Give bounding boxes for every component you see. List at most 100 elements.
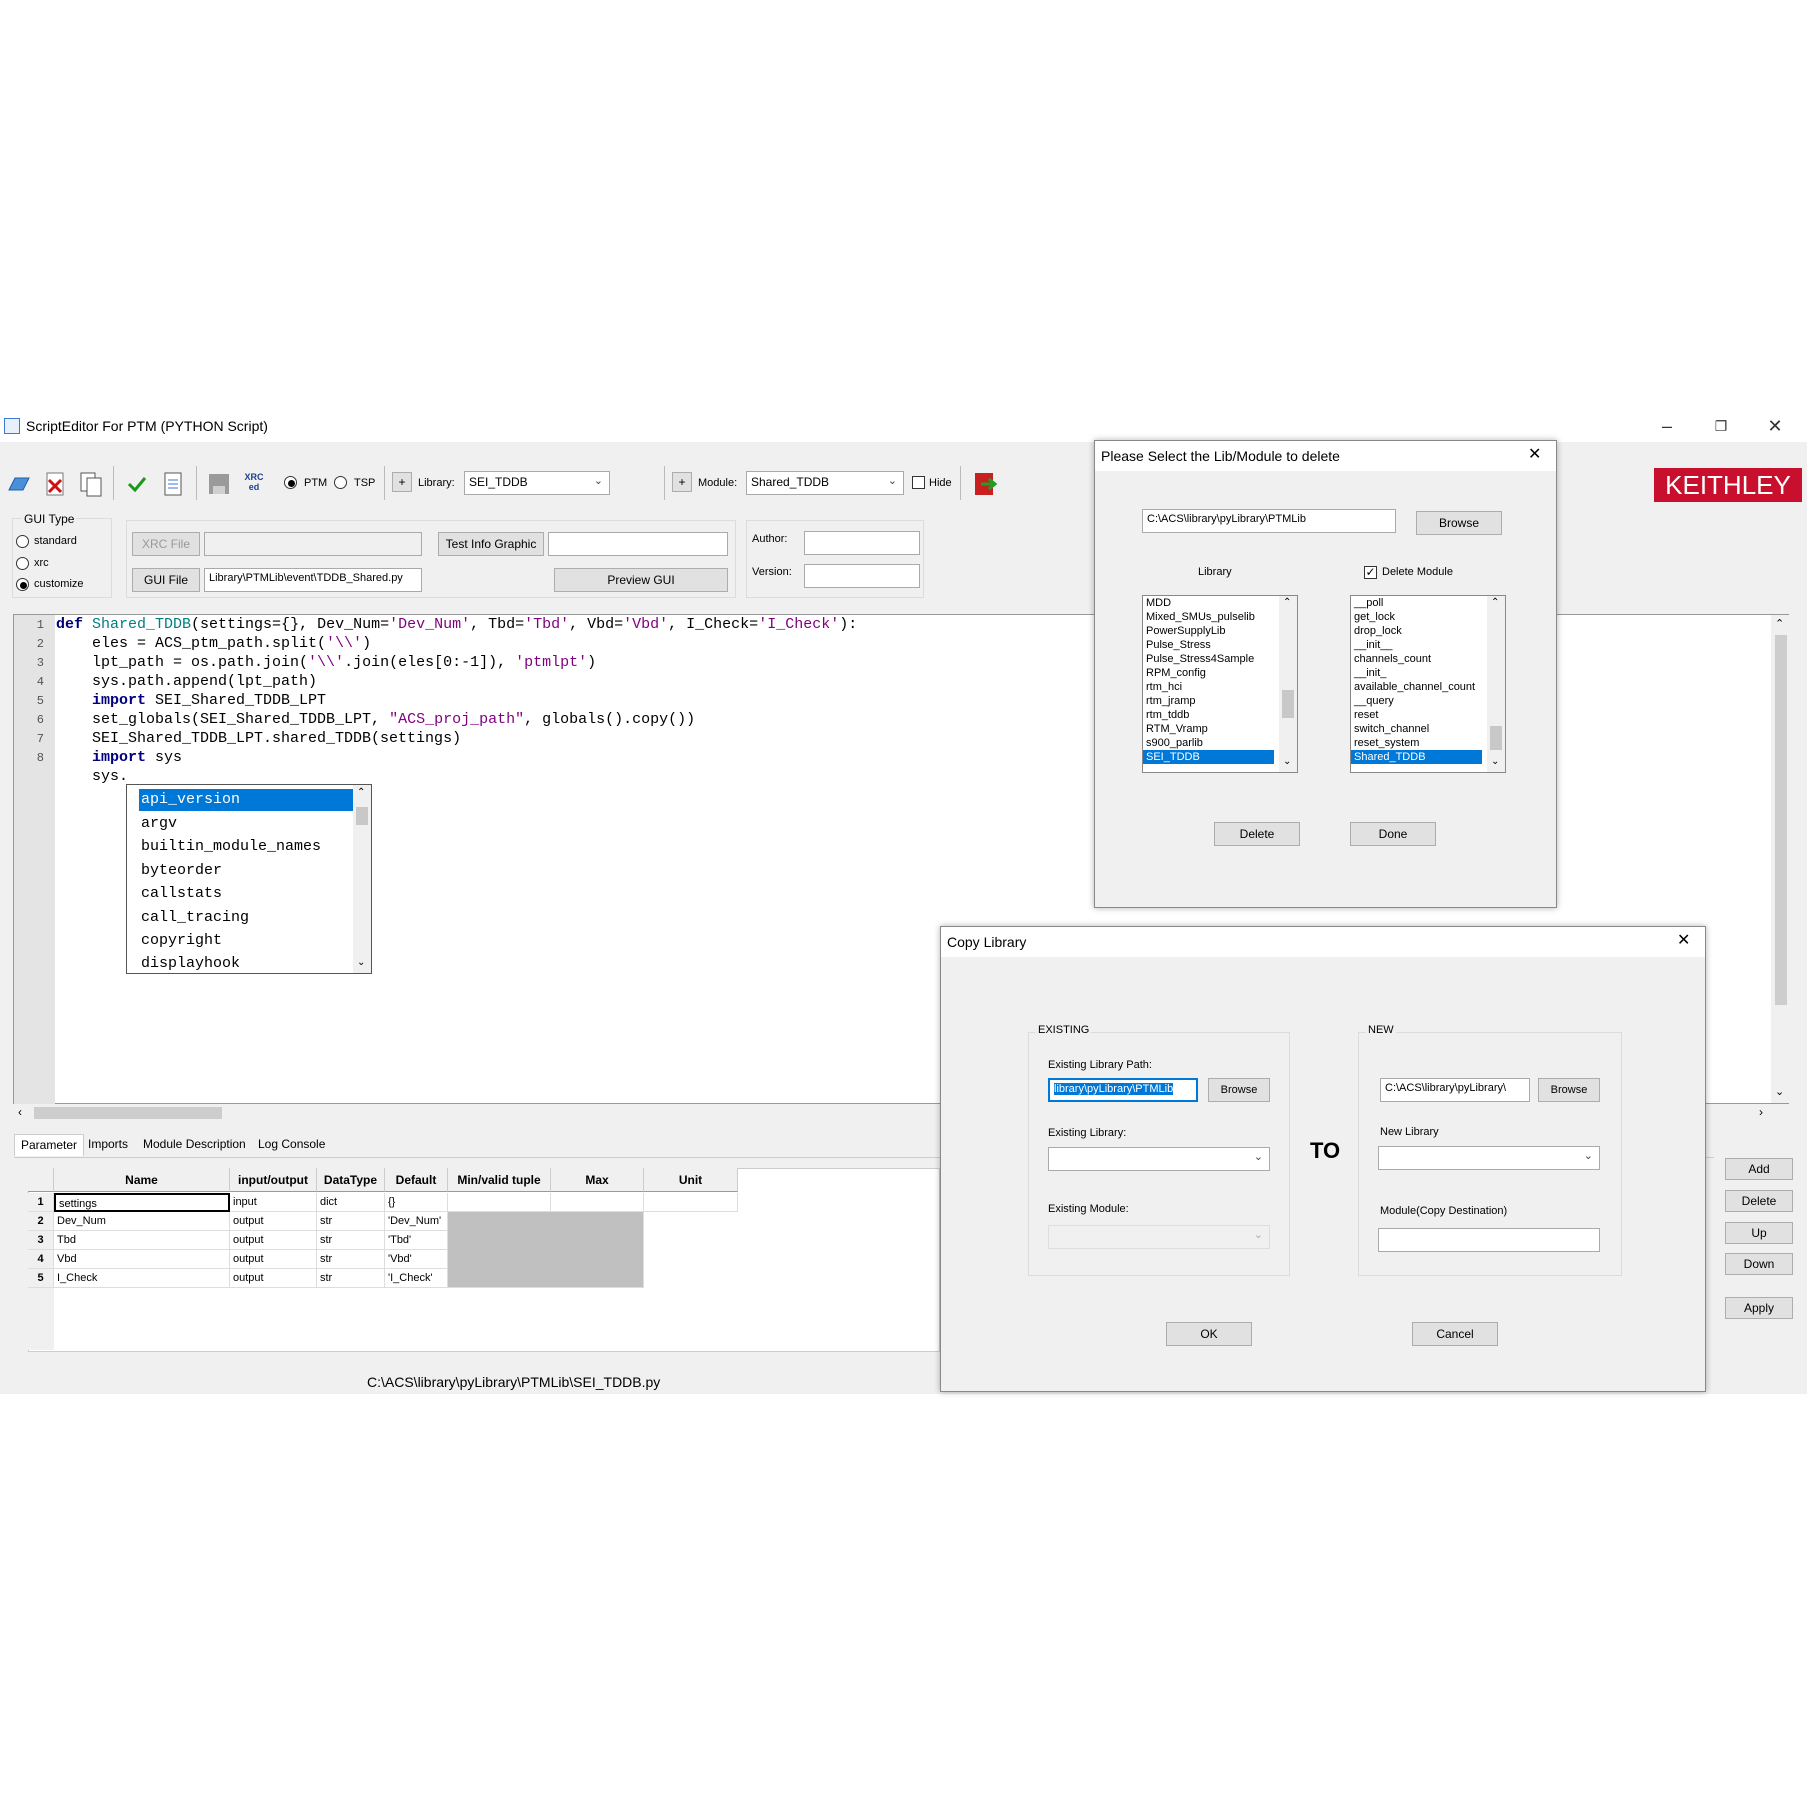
column-header[interactable]: DataType: [317, 1168, 385, 1192]
autocomplete-item[interactable]: displayhook: [139, 953, 349, 975]
list-item[interactable]: channels_count: [1351, 652, 1505, 666]
close-button[interactable]: ✕: [1752, 414, 1798, 438]
tab-imports[interactable]: Imports: [82, 1134, 134, 1156]
table-cell[interactable]: Tbd: [54, 1231, 230, 1250]
module-destination-input[interactable]: [1378, 1228, 1600, 1252]
table-cell[interactable]: output: [230, 1269, 317, 1288]
autocomplete-popup[interactable]: api_version argv builtin_module_names by…: [126, 784, 372, 974]
list-item[interactable]: Pulse_Stress4Sample: [1143, 652, 1297, 666]
ptm-radio[interactable]: [284, 476, 297, 489]
list-item[interactable]: PowerSupplyLib: [1143, 624, 1297, 638]
table-cell[interactable]: 'Tbd': [385, 1231, 448, 1250]
chevron-right-icon[interactable]: ›: [1759, 1105, 1763, 1119]
customize-radio[interactable]: [16, 578, 29, 591]
list-item-selected[interactable]: SEI_TDDB: [1143, 750, 1274, 764]
chevron-left-icon[interactable]: ‹: [18, 1105, 22, 1119]
apply-button[interactable]: Apply: [1725, 1297, 1793, 1319]
existing-path-input[interactable]: library\pyLibrary\PTMLib: [1048, 1078, 1198, 1102]
table-cell[interactable]: [448, 1193, 551, 1212]
scroll-thumb[interactable]: [1490, 726, 1502, 750]
library-listbox[interactable]: MDD Mixed_SMUs_pulselib PowerSupplyLib P…: [1142, 595, 1298, 773]
chevron-down-icon[interactable]: ⌄: [357, 957, 365, 968]
list-item[interactable]: rtm_tddb: [1143, 708, 1297, 722]
table-cell[interactable]: output: [230, 1212, 317, 1231]
list-item[interactable]: __init_: [1351, 666, 1505, 680]
table-cell[interactable]: [551, 1193, 644, 1212]
xrc-ed-icon[interactable]: XRC ed: [242, 472, 266, 492]
column-header[interactable]: Min/valid tuple: [448, 1168, 551, 1192]
table-cell[interactable]: str: [317, 1231, 385, 1250]
up-button[interactable]: Up: [1725, 1222, 1793, 1244]
tsp-radio[interactable]: [334, 476, 347, 489]
autocomplete-scrollbar[interactable]: ⌃ ⌄: [353, 785, 371, 973]
list-item[interactable]: RPM_config: [1143, 666, 1297, 680]
list-item[interactable]: available_channel_count: [1351, 680, 1505, 694]
list-item[interactable]: rtm_jramp: [1143, 694, 1297, 708]
list-item[interactable]: MDD: [1143, 596, 1297, 610]
module-listbox[interactable]: __poll get_lock drop_lock __init__ chann…: [1350, 595, 1506, 773]
table-cell[interactable]: output: [230, 1250, 317, 1269]
hide-checkbox[interactable]: [912, 476, 925, 489]
table-cell[interactable]: Vbd: [54, 1250, 230, 1269]
version-input[interactable]: [804, 564, 920, 588]
check-icon[interactable]: [122, 469, 150, 497]
tab-module-description[interactable]: Module Description: [137, 1134, 252, 1156]
delete-file-icon[interactable]: [40, 469, 68, 497]
chevron-up-icon[interactable]: ⌃: [357, 787, 365, 798]
table-cell[interactable]: 'Vbd': [385, 1250, 448, 1269]
column-header[interactable]: input/output: [230, 1168, 317, 1192]
chevron-down-icon[interactable]: ⌄: [1775, 1085, 1784, 1098]
table-cell[interactable]: 'I_Check': [385, 1269, 448, 1288]
table-cell[interactable]: [644, 1193, 738, 1212]
add-button[interactable]: Add: [1725, 1158, 1793, 1180]
table-cell[interactable]: str: [317, 1212, 385, 1231]
list-item[interactable]: rtm_hci: [1143, 680, 1297, 694]
scroll-thumb[interactable]: [1282, 690, 1294, 718]
list-item-selected[interactable]: Shared_TDDB: [1351, 750, 1482, 764]
existing-library-select[interactable]: ⌄: [1048, 1147, 1270, 1171]
add-library-button[interactable]: +: [392, 472, 412, 492]
list-item[interactable]: s900_parlib: [1143, 736, 1297, 750]
table-cell[interactable]: output: [230, 1231, 317, 1250]
delete-dialog-done-button[interactable]: Done: [1350, 822, 1436, 846]
chevron-down-icon[interactable]: ⌄: [1283, 756, 1291, 767]
tab-log-console[interactable]: Log Console: [252, 1134, 331, 1156]
column-header[interactable]: Name: [54, 1168, 230, 1192]
list-item[interactable]: switch_channel: [1351, 722, 1505, 736]
table-cell[interactable]: dict: [317, 1193, 385, 1212]
tab-parameter[interactable]: Parameter: [14, 1134, 85, 1156]
chevron-up-icon[interactable]: ⌃: [1491, 597, 1499, 608]
column-header[interactable]: Unit: [644, 1168, 738, 1192]
delete-button[interactable]: Delete: [1725, 1190, 1793, 1212]
autocomplete-item[interactable]: byteorder: [139, 860, 349, 882]
list-item[interactable]: RTM_Vramp: [1143, 722, 1297, 736]
scroll-thumb[interactable]: [34, 1107, 222, 1119]
chevron-up-icon[interactable]: ⌃: [1775, 617, 1784, 630]
list-item[interactable]: __poll: [1351, 596, 1505, 610]
column-header[interactable]: Max: [551, 1168, 644, 1192]
xrc-file-button[interactable]: XRC File: [132, 532, 200, 556]
list-item[interactable]: reset_system: [1351, 736, 1505, 750]
list-item[interactable]: drop_lock: [1351, 624, 1505, 638]
test-info-graphic-input[interactable]: [548, 532, 728, 556]
scroll-thumb[interactable]: [356, 807, 368, 825]
table-cell[interactable]: I_Check: [54, 1269, 230, 1288]
cancel-button[interactable]: Cancel: [1412, 1322, 1498, 1346]
add-module-button[interactable]: +: [672, 472, 692, 492]
xrc-radio[interactable]: [16, 557, 29, 570]
autocomplete-item[interactable]: builtin_module_names: [139, 836, 349, 858]
table-cell[interactable]: Dev_Num: [54, 1212, 230, 1231]
module-select[interactable]: Shared_TDDB ⌄: [746, 471, 904, 495]
list-item[interactable]: Pulse_Stress: [1143, 638, 1297, 652]
copy-file-icon[interactable]: [76, 469, 104, 497]
exit-icon[interactable]: [970, 469, 998, 497]
table-cell[interactable]: {}: [385, 1193, 448, 1212]
test-info-graphic-button[interactable]: Test Info Graphic: [438, 532, 544, 556]
existing-browse-button[interactable]: Browse: [1208, 1078, 1270, 1102]
preview-gui-button[interactable]: Preview GUI: [554, 568, 728, 592]
table-cell[interactable]: str: [317, 1250, 385, 1269]
list-item[interactable]: __init__: [1351, 638, 1505, 652]
autocomplete-item[interactable]: callstats: [139, 883, 349, 905]
list-item[interactable]: __query: [1351, 694, 1505, 708]
document-icon[interactable]: [158, 469, 186, 497]
